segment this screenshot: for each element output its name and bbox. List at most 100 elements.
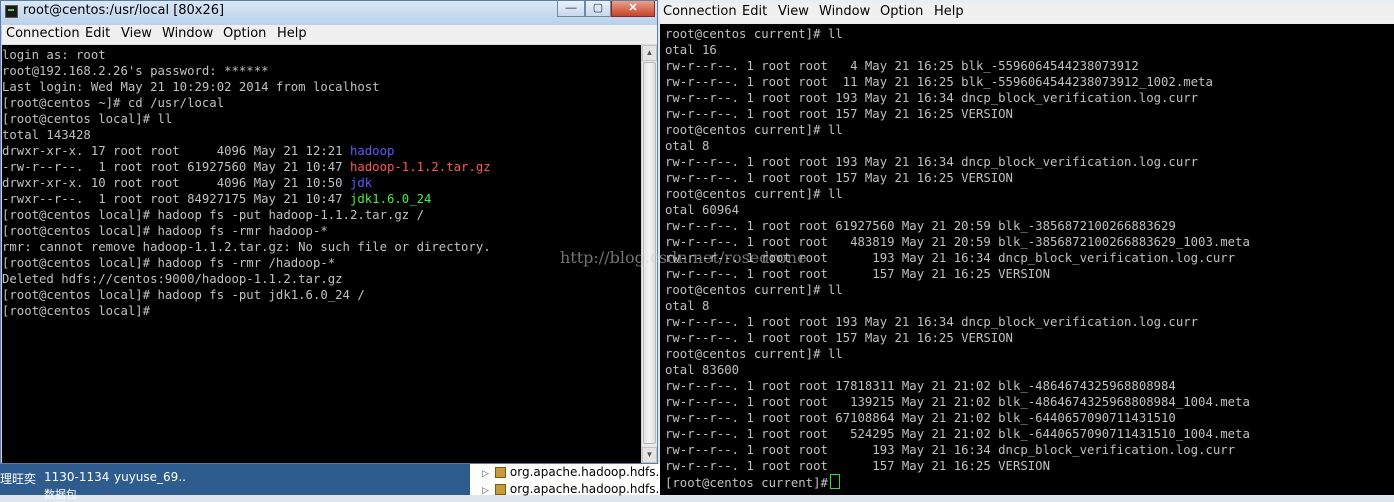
taskbar-item[interactable]: yuyuse_69..	[114, 470, 186, 484]
terminal-line: rw-r--r--. 1 root root 157 May 21 16:25 …	[665, 107, 1013, 121]
close-button[interactable]: ✕	[611, 1, 655, 17]
terminal-line-text: total 143428	[2, 128, 91, 142]
package-tree: ▷ org.apache.hadoop.hdfs. ▷ org.apache.had…	[470, 464, 660, 496]
tree-item-label: org.apache.hadoop.hdfs.	[509, 482, 660, 496]
menu-option[interactable]: Option	[880, 4, 923, 19]
terminal-line-text: root@192.168.2.26's password: ******	[2, 64, 269, 78]
terminal-line: Deleted hdfs://centos:9000/hadoop-1.1.2.…	[2, 271, 343, 287]
terminal-line: root@centos current]# ll	[665, 123, 843, 137]
left-terminal-window: root@centos:/usr/local [80x26] — ▢ ✕ Con…	[0, 0, 658, 464]
terminal-line: rw-r--r--. 1 root root 157 May 21 16:25 …	[665, 267, 1050, 281]
terminal-line: rw-r--r--. 1 root root 67108864 May 21 2…	[665, 411, 1176, 425]
terminal-line: rw-r--r--. 1 root root 157 May 21 16:25 …	[665, 459, 1050, 473]
terminal-line: root@192.168.2.26's password: ******	[2, 63, 269, 79]
terminal-line: [root@centos local]# hadoop fs -put jdk1…	[2, 287, 365, 303]
scroll-down-arrow-icon[interactable]: ▼	[642, 447, 657, 463]
left-terminal-screen[interactable]: login as: root root@192.168.2.26's passwo…	[2, 45, 641, 463]
menu-option[interactable]: Option	[223, 26, 266, 41]
terminal-line-text: [root@centos ~]# cd /usr/local	[2, 96, 225, 110]
terminal-line: [root@centos local]# ll	[2, 111, 172, 127]
menu-connection[interactable]: Connection	[6, 26, 80, 41]
terminal-line: Last login: Wed May 21 10:29:02 2014 fro…	[2, 79, 380, 95]
terminal-line: drwxr-xr-x. 17 root root 4096 May 21 12:…	[2, 143, 394, 159]
terminal-line: root@centos current]# ll	[665, 187, 843, 201]
terminal-line-text: login as: root	[2, 48, 106, 62]
terminal-line: rw-r--r--. 1 root root 139215 May 21 21:…	[665, 395, 1250, 409]
terminal-line-text: [root@centos local]# hadoop fs -rmr hado…	[2, 224, 328, 238]
file-name: hadoop	[349, 144, 395, 158]
file-name: jdk1.6.0_24	[349, 192, 432, 206]
terminal-line: root@centos current]# ll	[665, 347, 843, 361]
terminal-line-text: drwxr-xr-x. 10 root root 4096 May 21 10:…	[2, 176, 350, 190]
minimize-button[interactable]: —	[557, 1, 585, 17]
terminal-line: rw-r--r--. 1 root root 193 May 21 16:34 …	[665, 315, 1199, 329]
tree-item[interactable]: ▷ org.apache.hadoop.hdfs.	[482, 482, 659, 496]
terminal-line-text: drwxr-xr-x. 17 root root 4096 May 21 12:…	[2, 144, 350, 158]
terminal-line: otal 16	[665, 43, 717, 57]
terminal-line: [root@centos local]# hadoop fs -rmr hado…	[2, 223, 328, 239]
menu-view[interactable]: View	[778, 4, 809, 19]
terminal-line-text: [root@centos local]#	[2, 304, 151, 318]
tree-item[interactable]: ▷ org.apache.hadoop.hdfs.	[482, 465, 659, 479]
menu-help[interactable]: Help	[277, 26, 307, 41]
package-icon	[494, 484, 506, 495]
menu-connection[interactable]: Connection	[663, 4, 737, 19]
expand-arrow-icon[interactable]: ▷	[482, 469, 489, 479]
terminal-line: rmr: cannot remove hadoop-1.1.2.tar.gz: …	[2, 239, 491, 255]
file-name: jdk	[349, 176, 373, 190]
package-icon	[494, 467, 506, 478]
terminal-line: rw-r--r--. 1 root root 11 May 21 16:25 b…	[665, 75, 1213, 89]
terminal-app-icon	[5, 5, 18, 18]
left-window-title: root@centos:/usr/local [80x26]	[23, 3, 225, 18]
scroll-up-arrow-icon[interactable]: ▲	[642, 45, 657, 61]
menu-window[interactable]: Window	[162, 26, 213, 41]
tree-item-label: org.apache.hadoop.hdfs.	[509, 465, 660, 479]
terminal-line-text: [root@centos local]# ll	[2, 112, 173, 126]
terminal-line: rw-r--r--. 1 root root 157 May 21 16:25 …	[665, 331, 1013, 345]
terminal-line: otal 8	[665, 139, 710, 153]
terminal-line: -rwxr--r--. 1 root root 84927175 May 21 …	[2, 191, 431, 207]
file-name: hadoop-1.1.2.tar.gz	[349, 160, 491, 174]
terminal-line: root@centos current]# ll	[665, 27, 843, 41]
terminal-line: drwxr-xr-x. 10 root root 4096 May 21 10:…	[2, 175, 372, 191]
terminal-line-text: [root@centos local]# hadoop fs -rmr /had…	[2, 256, 336, 270]
menu-help[interactable]: Help	[934, 4, 964, 19]
menu-window[interactable]: Window	[819, 4, 870, 19]
terminal-line: otal 83600	[665, 363, 740, 377]
menu-edit[interactable]: Edit	[85, 26, 110, 41]
terminal-line: [root@centos ~]# cd /usr/local	[2, 95, 224, 111]
terminal-line: rw-r--r--. 1 root root 193 May 21 16:34 …	[665, 91, 1199, 105]
terminal-line: total 143428	[2, 127, 91, 143]
taskbar-item[interactable]: 理旺奕	[0, 470, 36, 487]
taskbar-item[interactable]: 1130-1134	[44, 470, 109, 484]
taskbar-item[interactable]: 数据包	[44, 486, 77, 502]
terminal-line-text: [root@centos local]# hadoop fs -put hado…	[2, 208, 424, 222]
terminal-line: login as: root	[2, 47, 106, 63]
terminal-line: [root@centos current]#	[665, 474, 840, 491]
left-title-bar[interactable]: root@centos:/usr/local [80x26] — ▢ ✕	[1, 1, 657, 23]
terminal-line: [root@centos local]# hadoop fs -put hado…	[2, 207, 424, 223]
terminal-line: [root@centos local]#	[2, 303, 150, 319]
terminal-line: rw-r--r--. 1 root root 4 May 21 16:25 bl…	[665, 59, 1139, 73]
menu-view[interactable]: View	[121, 26, 152, 41]
terminal-line-text: rmr: cannot remove hadoop-1.1.2.tar.gz: …	[2, 240, 491, 254]
menu-edit[interactable]: Edit	[742, 4, 767, 19]
terminal-line: rw-r--r--. 1 root root 524295 May 21 21:…	[665, 427, 1250, 441]
terminal-line: rw-r--r--. 1 root root 157 May 21 16:25 …	[665, 171, 1013, 185]
terminal-line-text: -rw-r--r--. 1 root root 61927560 May 21 …	[2, 160, 350, 174]
watermark: http://blog.csdn.net/rosedrone	[560, 248, 807, 267]
terminal-line: [root@centos local]# hadoop fs -rmr /had…	[2, 255, 335, 271]
terminal-line: otal 60964	[665, 203, 740, 217]
terminal-line: -rw-r--r--. 1 root root 61927560 May 21 …	[2, 159, 491, 175]
terminal-line: rw-r--r--. 1 root root 61927560 May 21 2…	[665, 219, 1176, 233]
terminal-line-text: [root@centos local]# hadoop fs -put jdk1…	[2, 288, 365, 302]
terminal-line: rw-r--r--. 1 root root 193 May 21 16:34 …	[665, 155, 1199, 169]
terminal-line: rw-r--r--. 1 root root 193 May 21 16:34 …	[665, 443, 1236, 457]
terminal-line-text: Last login: Wed May 21 10:29:02 2014 fro…	[2, 80, 380, 94]
terminal-line-text: Deleted hdfs://centos:9000/hadoop-1.1.2.…	[2, 272, 343, 286]
right-menu-bar: Connection Edit View Window Option Help	[660, 3, 1394, 23]
terminal-line-text: -rwxr--r--. 1 root root 84927175 May 21 …	[2, 192, 350, 206]
left-menu-bar: Connection Edit View Window Option Help	[2, 25, 657, 45]
terminal-line: root@centos current]# ll	[665, 283, 843, 297]
maximize-button[interactable]: ▢	[585, 1, 611, 17]
